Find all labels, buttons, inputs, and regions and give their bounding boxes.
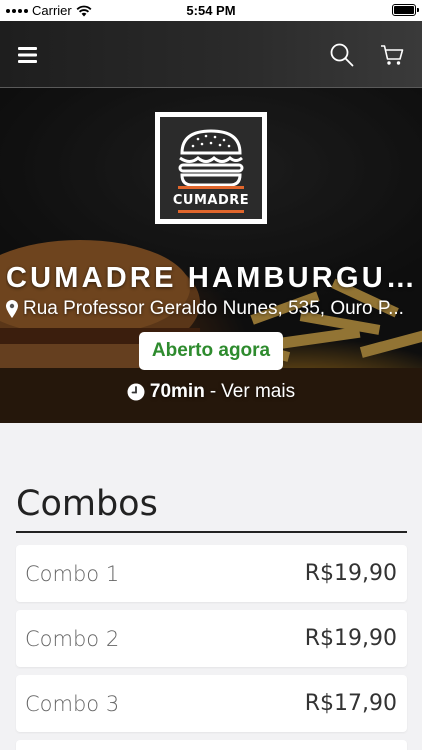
product-name: Combo 2	[25, 626, 120, 651]
product-price: R$19,90	[304, 626, 397, 651]
cart-icon	[381, 44, 404, 65]
product-item-combo-1[interactable]: Combo 1 R$19,90	[16, 545, 407, 602]
logo-text: CUMADRE	[172, 193, 250, 208]
restaurant-address: Rua Professor Geraldo Nunes, 535, Ouro P…	[6, 298, 418, 320]
restaurant-logo: CUMADRE	[155, 112, 267, 224]
search-icon	[330, 43, 354, 66]
product-price: R$19,90	[304, 561, 397, 586]
product-item-combo-3[interactable]: Combo 3 R$17,90	[16, 675, 407, 732]
product-price: R$17,90	[304, 691, 397, 716]
location-pin-icon	[6, 300, 18, 318]
cart-button[interactable]	[368, 21, 416, 88]
burger-logo-icon	[178, 129, 244, 187]
menu-button[interactable]	[4, 21, 52, 88]
product-item-partial[interactable]	[16, 740, 407, 750]
search-button[interactable]	[318, 21, 366, 88]
see-more-link[interactable]: Ver mais	[221, 381, 295, 403]
status-bar: Carrier 5:54 PM	[0, 0, 422, 21]
clock-icon	[127, 383, 145, 401]
hamburger-menu-icon	[18, 46, 37, 63]
delivery-time: 70min	[149, 381, 205, 402]
logo-accent-top	[178, 186, 244, 189]
nav-bar	[0, 21, 422, 88]
product-name: Combo 3	[25, 691, 120, 716]
section-title-combos: Combos	[16, 484, 158, 524]
logo-accent-bottom	[178, 210, 244, 213]
address-text: Rua Professor Geraldo Nunes, 535, Ouro P…	[23, 298, 404, 319]
restaurant-name: CUMADRE HAMBURGUE...	[6, 262, 418, 294]
section-divider	[16, 531, 407, 533]
battery-icon	[392, 4, 419, 16]
clock: 5:54 PM	[186, 3, 236, 18]
restaurant-header: CUMADRE CUMADRE HAMBURGUE... Rua Profess…	[0, 88, 422, 423]
delivery-info: 70min - Ver mais	[0, 381, 422, 403]
open-status-badge: Aberto agora	[139, 332, 283, 370]
product-item-combo-2[interactable]: Combo 2 R$19,90	[16, 610, 407, 667]
separator: -	[209, 381, 217, 402]
product-name: Combo 1	[25, 561, 120, 586]
